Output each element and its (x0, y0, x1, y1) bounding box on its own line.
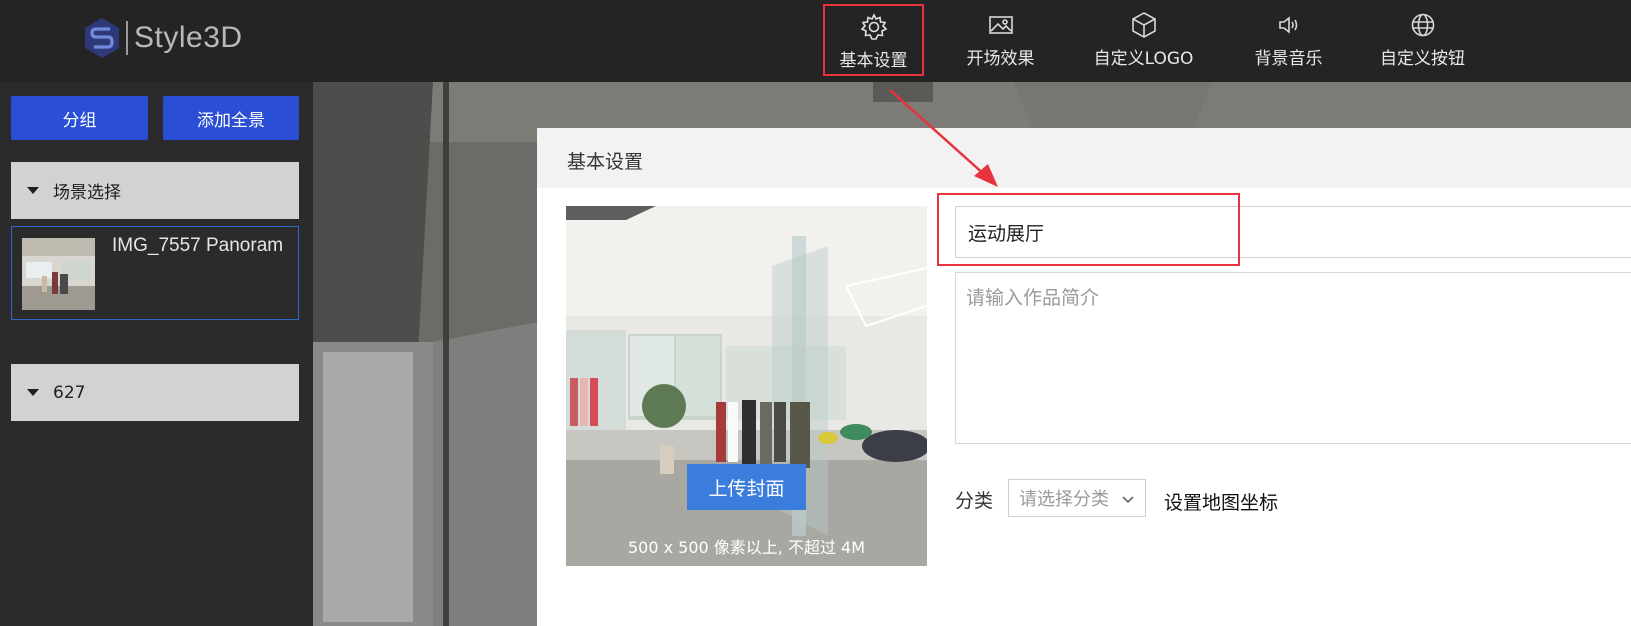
image-icon (988, 10, 1014, 40)
nav-label: 自定义LOGO (1093, 49, 1194, 69)
scene-thumbnail (22, 238, 95, 310)
dialog-title: 基本设置 (567, 151, 644, 173)
add-panorama-button[interactable]: 添加全景 (163, 96, 299, 140)
nav-label: 基本设置 (839, 51, 908, 71)
speaker-icon (1277, 10, 1301, 40)
scene-item[interactable]: IMG_7557 Panoram (11, 226, 299, 320)
description-input[interactable] (955, 272, 1631, 444)
category-placeholder: 请选择分类 (1019, 489, 1109, 510)
nav-custom-button[interactable]: 自定义按钮 (1372, 4, 1473, 76)
category-label: 分类 (955, 490, 994, 512)
section-label: 627 (53, 382, 86, 403)
nav-opening-effect[interactable]: 开场效果 (950, 4, 1051, 76)
cover-size-hint: 500 x 500 像素以上, 不超过 4M (627, 538, 866, 557)
caret-down-icon (27, 187, 39, 194)
nav-label: 自定义按钮 (1380, 49, 1465, 69)
chevron-down-icon (1121, 491, 1135, 510)
category-select[interactable]: 请选择分类 (1008, 479, 1146, 517)
set-map-coordinates-link[interactable]: 设置地图坐标 (1164, 488, 1278, 515)
logo[interactable]: Style3D (84, 16, 243, 60)
section-scene-select[interactable]: 场景选择 (11, 162, 299, 219)
top-bar: Style3D 基本设置 开场效果 自定义LOGO 背景音乐 自定义按钮 (0, 0, 1631, 82)
nav-label: 背景音乐 (1254, 49, 1323, 69)
gear-icon (860, 12, 888, 42)
basic-settings-dialog: 基本设置 上传封面 500 x 500 像素以上, 不超过 4M 运动展厅 请输… (537, 128, 1631, 626)
nav-background-music[interactable]: 背景音乐 (1238, 4, 1339, 76)
nav-custom-logo[interactable]: 自定义LOGO (1085, 4, 1202, 76)
scene-name: IMG_7557 Panoram (112, 235, 284, 256)
dialog-header: 基本设置 (537, 128, 1631, 188)
cover-image[interactable]: 上传封面 500 x 500 像素以上, 不超过 4M (566, 206, 927, 566)
logo-separator (126, 21, 128, 55)
logo-text: Style3D (134, 21, 243, 54)
title-input[interactable] (955, 206, 1631, 258)
left-panel: 分组 添加全景 场景选择 IMG_7557 Panoram 627 (0, 82, 313, 626)
caret-down-icon (27, 389, 39, 396)
cube-icon (1131, 10, 1157, 40)
group-button[interactable]: 分组 (11, 96, 148, 140)
upload-cover-button[interactable]: 上传封面 (687, 464, 806, 510)
section-627[interactable]: 627 (11, 364, 299, 421)
style3d-logo-icon (85, 18, 119, 58)
nav-basic-settings[interactable]: 基本设置 (823, 4, 924, 76)
nav-label: 开场效果 (966, 49, 1035, 69)
globe-icon (1410, 10, 1436, 40)
section-label: 场景选择 (53, 183, 121, 203)
